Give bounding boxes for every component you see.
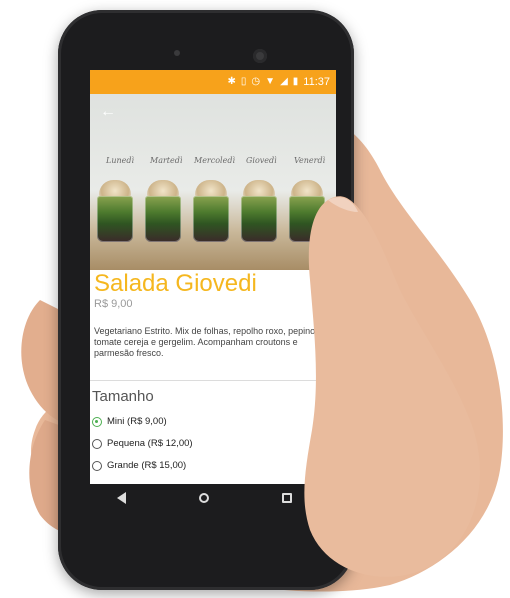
salad-cup [288, 180, 326, 246]
navigation-bar [80, 484, 328, 512]
size-option-label: Grande (R$ 15,00) [107, 460, 187, 471]
salad-cup [240, 180, 278, 246]
salad-cup [144, 180, 182, 246]
status-time: 11:37 [303, 76, 330, 88]
product-description: Vegetariano Estrito. Mix de folhas, repo… [94, 326, 318, 358]
home-circle-icon[interactable] [198, 493, 209, 503]
back-arrow-icon[interactable]: ← [100, 104, 116, 120]
hero-image: ← Lunedì Martedì Mercoledì Giovedì Vener… [90, 94, 336, 270]
day-label: Mercoledì [194, 156, 236, 165]
divider [90, 380, 336, 381]
speaker-icon [253, 49, 267, 63]
product-price: R$ 9,00 [94, 298, 133, 310]
status-bar: ✱ ▯ ◷ ▼ ◢ ▮ 11:37 [90, 70, 336, 94]
day-label: Giovedì [246, 156, 277, 165]
radio-unselected-icon[interactable] [92, 460, 102, 471]
back-triangle-icon[interactable] [116, 492, 126, 504]
size-option-label: Pequena (R$ 12,00) [107, 438, 193, 449]
size-option-pequena[interactable]: Pequena (R$ 12,00) [92, 438, 193, 449]
size-option-label: Mini (R$ 9,00) [107, 416, 167, 427]
salad-cup [96, 180, 134, 246]
signal-icon: ◢ [280, 76, 288, 87]
day-label: Lunedì [106, 156, 135, 165]
day-label: Venerdì [294, 156, 326, 165]
salad-cup [192, 180, 230, 246]
product-title: Salada Giovedi [94, 270, 257, 297]
alarm-icon: ◷ [251, 76, 261, 87]
camera-icon [174, 50, 180, 56]
bluetooth-icon: ✱ [227, 76, 236, 87]
size-option-mini[interactable]: Mini (R$ 9,00) [92, 416, 167, 427]
battery-icon: ▮ [292, 76, 299, 87]
day-label: Martedì [150, 156, 183, 165]
recents-square-icon[interactable] [281, 493, 292, 503]
size-option-grande[interactable]: Grande (R$ 15,00) [92, 460, 186, 471]
radio-selected-icon[interactable] [92, 416, 102, 427]
vibrate-icon: ▯ [240, 76, 247, 87]
app-screen: ✱ ▯ ◷ ▼ ◢ ▮ 11:37 ← Lunedì Martedì Merco… [90, 70, 336, 484]
wifi-icon: ▼ [265, 76, 276, 87]
radio-unselected-icon[interactable] [92, 438, 102, 449]
size-section-title: Tamanho [92, 388, 154, 405]
